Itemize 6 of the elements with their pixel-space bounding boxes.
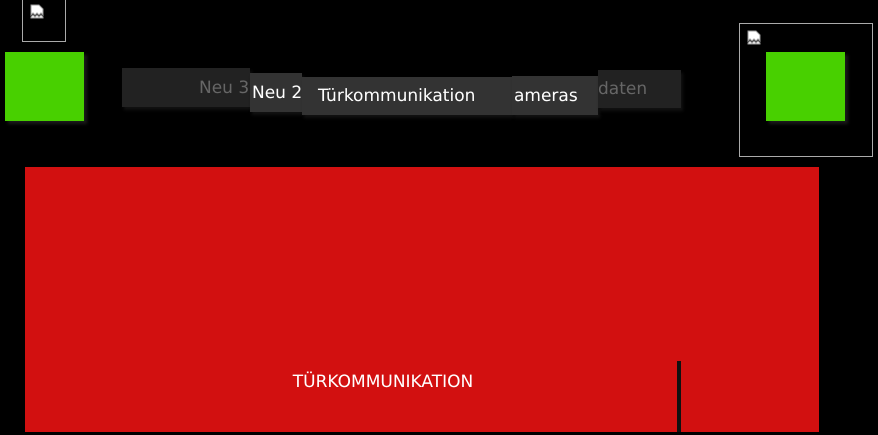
broken-image-icon xyxy=(29,4,45,20)
broken-image-icon xyxy=(746,30,762,46)
tab[interactable]: Türkommunikation xyxy=(302,77,512,115)
tab[interactable]: Neu 2 xyxy=(250,73,302,112)
tab[interactable]: ameras xyxy=(512,76,598,115)
panel-title: TÜRKOMMUNIKATION xyxy=(292,372,474,394)
